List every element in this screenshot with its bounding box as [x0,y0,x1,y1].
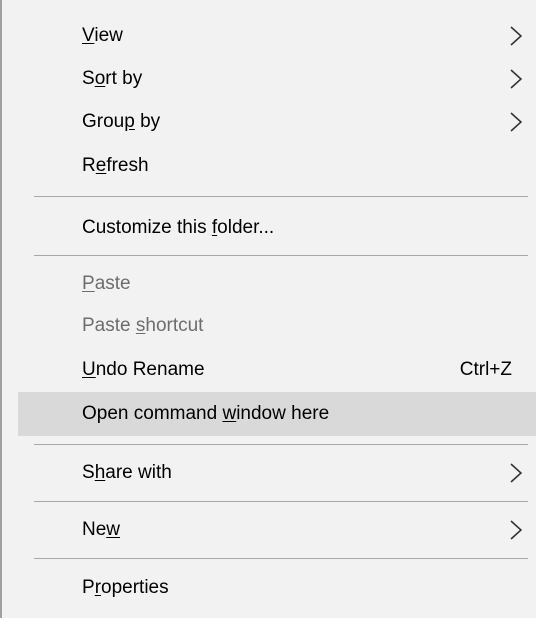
chevron-right-icon [510,112,522,132]
menu-item-label: Paste shortcut [82,315,204,336]
menu-item-paste-shortcut: Paste shortcut [18,306,536,346]
menu-item-new[interactable]: New [18,510,536,550]
menu-separator [34,255,528,256]
menu-item-view[interactable]: View [18,16,536,56]
menu-item-label: Open command window here [82,403,330,424]
menu-item-label: Customize this folder... [82,217,275,238]
menu-item-customize-folder[interactable]: Customize this folder... [18,208,536,248]
menu-item-label: View [82,25,123,46]
chevron-right-icon [510,26,522,46]
menu-separator [34,196,528,197]
menu-item-label: Share with [82,462,172,483]
menu-separator [34,444,528,445]
menu-item-group-by[interactable]: Group by [18,102,536,142]
menu-item-label: Sort by [82,68,143,89]
menu-item-label: New [82,519,121,540]
menu-item-sort-by[interactable]: Sort by [18,59,536,99]
menu-item-undo-rename[interactable]: Undo Rename Ctrl+Z [18,350,536,390]
menu-item-label: Paste [82,273,131,294]
menu-item-label: Undo Rename [82,359,205,380]
menu-item-refresh[interactable]: Refresh [18,146,536,186]
menu-item-share-with[interactable]: Share with [18,453,536,493]
menu-item-properties[interactable]: Properties [18,568,536,608]
chevron-right-icon [510,69,522,89]
chevron-right-icon [510,520,522,540]
menu-item-label: Group by [82,111,161,132]
chevron-right-icon [510,463,522,483]
menu-separator [34,558,528,559]
menu-item-open-command-window[interactable]: Open command window here [18,392,536,436]
menu-separator [34,501,528,502]
menu-item-paste: Paste [18,264,536,304]
menu-item-label: Properties [82,577,169,598]
menu-item-label: Refresh [82,155,149,176]
keyboard-shortcut: Ctrl+Z [459,359,512,380]
context-menu: View Sort by Group by Refresh Customize … [0,0,536,618]
